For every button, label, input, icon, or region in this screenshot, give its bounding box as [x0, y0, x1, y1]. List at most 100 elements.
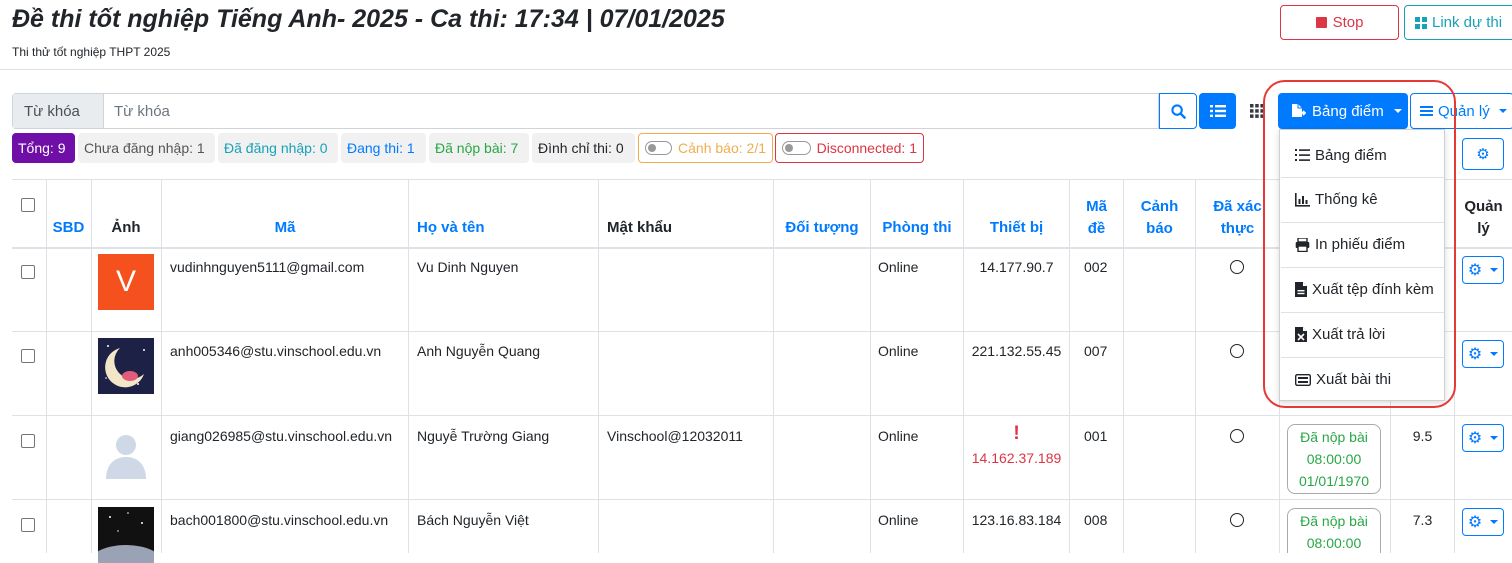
row-checkbox[interactable] [21, 434, 35, 448]
header-ho-va-ten[interactable]: Họ và tên [417, 217, 485, 239]
badge-dinh-chi-thi[interactable]: Đình chỉ thi: 0 [532, 133, 635, 163]
cell-phong-thi: Online [878, 512, 919, 528]
link-du-thi-label: Link dự thi [1432, 14, 1503, 31]
cell-ho-ten: Vu Dinh Nguyen [417, 259, 519, 275]
dropdown-item-thong-ke[interactable]: Thống kê [1281, 177, 1444, 221]
header-ma-de[interactable]: Mã đề [1070, 196, 1123, 240]
caret-down-icon [1490, 520, 1499, 524]
header-canh-bao[interactable]: Cảnh báo [1124, 196, 1195, 240]
canh-bao-toggle[interactable] [645, 141, 673, 155]
cell-diem: 9.5 [1412, 428, 1433, 444]
page-header: Đề thi tốt nghiệp Tiếng Anh- 2025 - Ca t… [0, 0, 1512, 70]
dropdown-item-xuat-bai-thi[interactable]: Xuất bài thi [1281, 357, 1444, 401]
badge-canh-bao[interactable]: Cảnh báo: 2/1 [638, 133, 773, 163]
dropdown-item-in-phieu-diem[interactable]: In phiếu điểm [1281, 222, 1444, 266]
status-text: Đã nộp bài [1300, 429, 1368, 445]
status-date: 01/01/1970 [1298, 473, 1370, 489]
header-da-xac-thuc[interactable]: Đã xác thực [1196, 196, 1279, 240]
cell-diem: 7.3 [1412, 512, 1433, 528]
header-thiet-bi[interactable]: Thiết bị [964, 217, 1069, 239]
search-button[interactable] [1159, 93, 1197, 129]
xac-thuc-radio[interactable] [1230, 513, 1244, 527]
search-input[interactable] [104, 94, 1158, 128]
link-du-thi-button[interactable]: Link dự thi [1404, 5, 1512, 40]
cell-ma-de: 002 [1084, 259, 1108, 275]
gear-icon: ⚙ [1467, 346, 1483, 363]
col-divider [598, 179, 599, 553]
row-action-button[interactable]: ⚙ [1462, 424, 1504, 452]
cell-ma-de: 007 [1084, 343, 1108, 359]
caret-down-icon [1498, 109, 1507, 113]
stop-button[interactable]: Stop [1280, 5, 1399, 40]
quan-ly-dropdown-button[interactable]: Quản lý [1410, 93, 1512, 129]
bang-diem-dropdown-menu: Bảng điểm Thống kê In phiếu điểm Xuất tệ… [1279, 129, 1445, 401]
bang-diem-dropdown-button[interactable]: Bảng điểm [1278, 93, 1408, 129]
settings-button[interactable]: ⚙ [1462, 138, 1504, 170]
dropdown-item-xuat-tep-dinh-kem[interactable]: Xuất tệp đính kèm [1281, 267, 1444, 311]
cell-thiet-bi: 14.177.90.7 [979, 259, 1054, 275]
header-canh-bao-line2: báo [1146, 220, 1173, 237]
gear-icon: ⚙ [1476, 146, 1490, 163]
status-badge: Đã nộp bài 08:00:00 [1287, 508, 1381, 553]
header-quan-ly-line1: Quản [1464, 198, 1503, 215]
row-checkbox[interactable] [21, 349, 35, 363]
stop-icon [1315, 17, 1327, 28]
status-badge: Đã nộp bài 08:00:00 01/01/1970 [1287, 424, 1381, 494]
row-action-button[interactable]: ⚙ [1462, 340, 1504, 368]
gear-icon: ⚙ [1467, 514, 1483, 531]
dropdown-item-xuat-tra-loi[interactable]: Xuất trả lời [1281, 312, 1444, 356]
caret-down-icon [1393, 109, 1402, 113]
night-sky-avatar-image [98, 512, 154, 563]
row-checkbox[interactable] [21, 265, 35, 279]
row-action-button[interactable]: ⚙ [1462, 256, 1504, 284]
header-da-xac-thuc-line1: Đã xác [1213, 198, 1262, 215]
list-view-button[interactable] [1199, 93, 1236, 129]
search-group: Từ khóa [12, 93, 1159, 129]
header-doi-tuong[interactable]: Đối tượng [774, 217, 870, 239]
page-subtitle: Thi thử tốt nghiệp THPT 2025 [12, 45, 171, 59]
header-ma[interactable]: Mã [162, 217, 408, 239]
cell-thiet-bi: 14.162.37.189 [971, 450, 1062, 466]
header-sbd[interactable]: SBD [47, 217, 90, 239]
badge-da-dang-nhap[interactable]: Đã đăng nhập: 0 [218, 133, 338, 163]
quan-ly-label: Quản lý [1438, 102, 1490, 120]
caret-down-icon [1490, 268, 1499, 272]
header-da-xac-thuc-line2: thực [1220, 220, 1255, 237]
row-checkbox[interactable] [21, 518, 35, 532]
gear-icon: ⚙ [1467, 430, 1483, 447]
row-divider [12, 415, 1512, 416]
dropdown-item-bang-diem[interactable]: Bảng điểm [1281, 133, 1444, 177]
bang-diem-label: Bảng điểm [1312, 102, 1384, 120]
xac-thuc-radio[interactable] [1230, 344, 1244, 358]
default-user-avatar-image [106, 435, 146, 479]
header-anh: Ảnh [111, 219, 141, 236]
row-action-button[interactable]: ⚙ [1462, 508, 1504, 536]
header-phong-thi[interactable]: Phòng thi [871, 217, 963, 239]
header-canh-bao-line1: Cảnh [1140, 198, 1179, 215]
badge-dang-thi[interactable]: Đang thi: 1 [341, 133, 426, 163]
avatar: V [98, 254, 154, 310]
printer-icon [1295, 237, 1310, 252]
cell-ho-ten: Nguyễ Trường Giang [417, 428, 550, 444]
badge-chua-dang-nhap[interactable]: Chưa đăng nhập: 1 [78, 133, 215, 163]
disconnected-label: Disconnected: 1 [816, 140, 917, 156]
page-title: Đề thi tốt nghiệp Tiếng Anh- 2025 - Ca t… [12, 5, 725, 33]
cell-ma: vudinhnguyen5111@gmail.com [170, 259, 365, 275]
xac-thuc-radio[interactable] [1230, 260, 1244, 274]
badge-da-nop-bai[interactable]: Đã nộp bài: 7 [429, 133, 529, 163]
warning-icon: ! [1013, 423, 1020, 444]
status-text: Đã nộp bài [1300, 513, 1368, 529]
disconnected-toggle[interactable] [782, 141, 811, 155]
badge-disconnected[interactable]: Disconnected: 1 [775, 133, 924, 163]
file-pdf-icon [1295, 282, 1307, 297]
cell-phong-thi: Online [878, 428, 919, 444]
list-ol-icon [1295, 149, 1310, 161]
grid-view-button[interactable] [1238, 93, 1275, 129]
status-time: 08:00:00 [1306, 535, 1362, 551]
xac-thuc-radio[interactable] [1230, 429, 1244, 443]
select-all-checkbox[interactable] [21, 198, 35, 212]
cell-ma-de: 001 [1084, 428, 1108, 444]
header-ma-de-line1: Mã [1086, 198, 1107, 215]
badge-tong[interactable]: Tổng: 9 [12, 133, 75, 163]
file-excel-icon [1295, 327, 1307, 342]
